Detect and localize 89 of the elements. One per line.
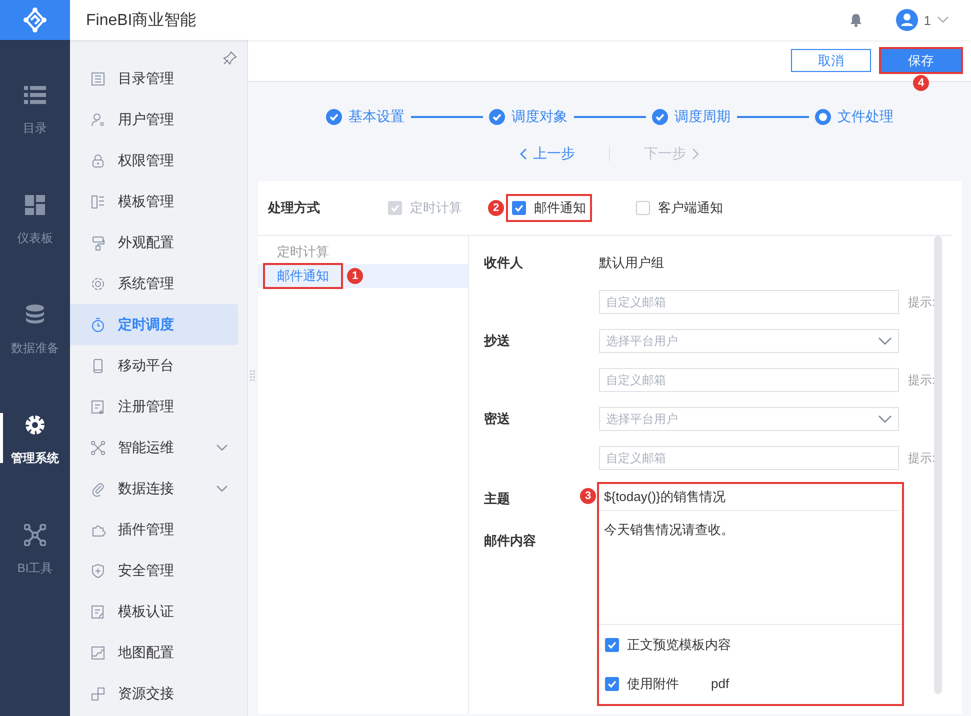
menu-item[interactable]: 外观配置 (70, 222, 238, 263)
database-icon (24, 304, 46, 326)
chevron-down-icon[interactable] (937, 16, 949, 24)
chevron-down-icon[interactable] (216, 484, 228, 492)
app-title: FineBI商业智能 (86, 10, 198, 30)
menu-item[interactable]: 用户管理 (70, 99, 238, 140)
checkbox[interactable] (605, 638, 619, 652)
chevron-right-icon (692, 148, 699, 160)
field-label: 收件人 (484, 254, 524, 272)
timer-icon (90, 316, 106, 332)
step-label: 基本设置 (348, 108, 404, 126)
field-label: 密送 (484, 410, 511, 428)
user-name[interactable]: 1 (924, 12, 931, 28)
menu-item[interactable]: 地图配置 (70, 632, 238, 673)
chevron-left-icon (520, 148, 527, 160)
network-icon (24, 524, 46, 546)
menu-item[interactable]: 系统管理 (70, 263, 238, 304)
template-icon (90, 194, 106, 210)
option-label: 定时计算 (410, 199, 462, 217)
field-label: 邮件内容 (484, 532, 536, 550)
content-field[interactable]: 今天销售情况请查收。 (599, 511, 902, 625)
lock-icon (90, 152, 106, 168)
shield-icon (90, 562, 106, 578)
chevron-down-icon (878, 415, 892, 423)
menu-item[interactable]: 安全管理 (70, 550, 238, 591)
list-icon (24, 84, 46, 106)
menu-item[interactable]: 智能运维 (70, 427, 238, 468)
option-label: 使用附件 (627, 674, 679, 692)
menu-item[interactable]: 插件管理 (70, 509, 238, 550)
email-input-field[interactable]: 自定义邮箱 (599, 368, 899, 392)
field-label: 主题 (484, 490, 510, 508)
nav-item[interactable]: 仪表板 (0, 165, 70, 275)
pin-icon[interactable] (223, 51, 237, 65)
nav-item[interactable]: 数据准备 (0, 275, 70, 385)
menu-item[interactable]: 注册管理 (70, 386, 238, 427)
brush-icon (90, 234, 106, 250)
menu-item[interactable]: 模板管理 (70, 181, 238, 222)
list-icon (90, 70, 106, 86)
menu-item[interactable]: 目录管理 (70, 58, 238, 99)
user-icon (90, 112, 106, 128)
form-icon (90, 398, 106, 414)
field-label: 抄送 (484, 332, 511, 350)
checkbox[interactable] (605, 676, 619, 690)
nav-item[interactable]: BI工具 (0, 495, 70, 605)
attachment-format: pdf (711, 676, 730, 691)
step-label: 文件处理 (838, 108, 894, 126)
option-label: 客户端通知 (658, 199, 723, 217)
hint-text: 提示: (908, 450, 936, 466)
email-input-field[interactable]: 自定义邮箱 (599, 290, 899, 314)
scrollbar[interactable] (934, 236, 942, 694)
menu-item[interactable]: 模板认证 (70, 591, 238, 632)
callout-badge: 2 (488, 200, 504, 216)
option-label: 正文预览模板内容 (627, 636, 731, 654)
document-icon (90, 604, 106, 620)
save-button[interactable]: 保存 (881, 49, 961, 72)
field-value: 默认用户组 (599, 254, 664, 272)
network-icon (90, 440, 106, 456)
menu-item[interactable]: 资源交接 (70, 673, 238, 714)
cancel-button[interactable]: 取消 (791, 49, 871, 72)
callout-badge: 3 (580, 488, 596, 504)
checkbox[interactable] (512, 201, 526, 215)
menu-item[interactable]: 权限管理 (70, 140, 238, 181)
step-label: 调度对象 (512, 108, 568, 126)
menu-item[interactable]: 移动平台 (70, 345, 238, 386)
resize-grip-icon[interactable] (250, 370, 255, 382)
subject-field[interactable]: ${today()}的销售情况 (599, 484, 899, 511)
map-icon (90, 644, 106, 660)
chevron-down-icon[interactable] (216, 444, 228, 452)
menu-item[interactable]: 数据连接 (70, 468, 238, 509)
bell-icon[interactable] (850, 13, 862, 27)
paperclip-icon (90, 480, 106, 496)
step-label: 调度周期 (674, 108, 730, 126)
gear-icon (90, 276, 106, 292)
email-input-field[interactable]: 自定义邮箱 (599, 446, 899, 470)
link-icon (90, 686, 106, 702)
checkbox[interactable] (636, 201, 650, 215)
avatar-icon[interactable] (896, 9, 918, 31)
logo-icon (22, 7, 48, 33)
callout-badge: 4 (913, 75, 929, 91)
gear-icon (24, 414, 46, 436)
hint-text: 提示: (908, 372, 936, 388)
callout-badge: 1 (347, 268, 363, 284)
option-label: 邮件通知 (534, 199, 586, 217)
chevron-down-icon (878, 337, 892, 345)
hint-text: 提示: (908, 294, 936, 310)
field-label: 处理方式 (268, 199, 321, 217)
dashboard-icon (24, 194, 46, 216)
nav-item[interactable]: 目录 (0, 55, 70, 165)
nav-item[interactable]: 管理系统 (0, 385, 70, 495)
